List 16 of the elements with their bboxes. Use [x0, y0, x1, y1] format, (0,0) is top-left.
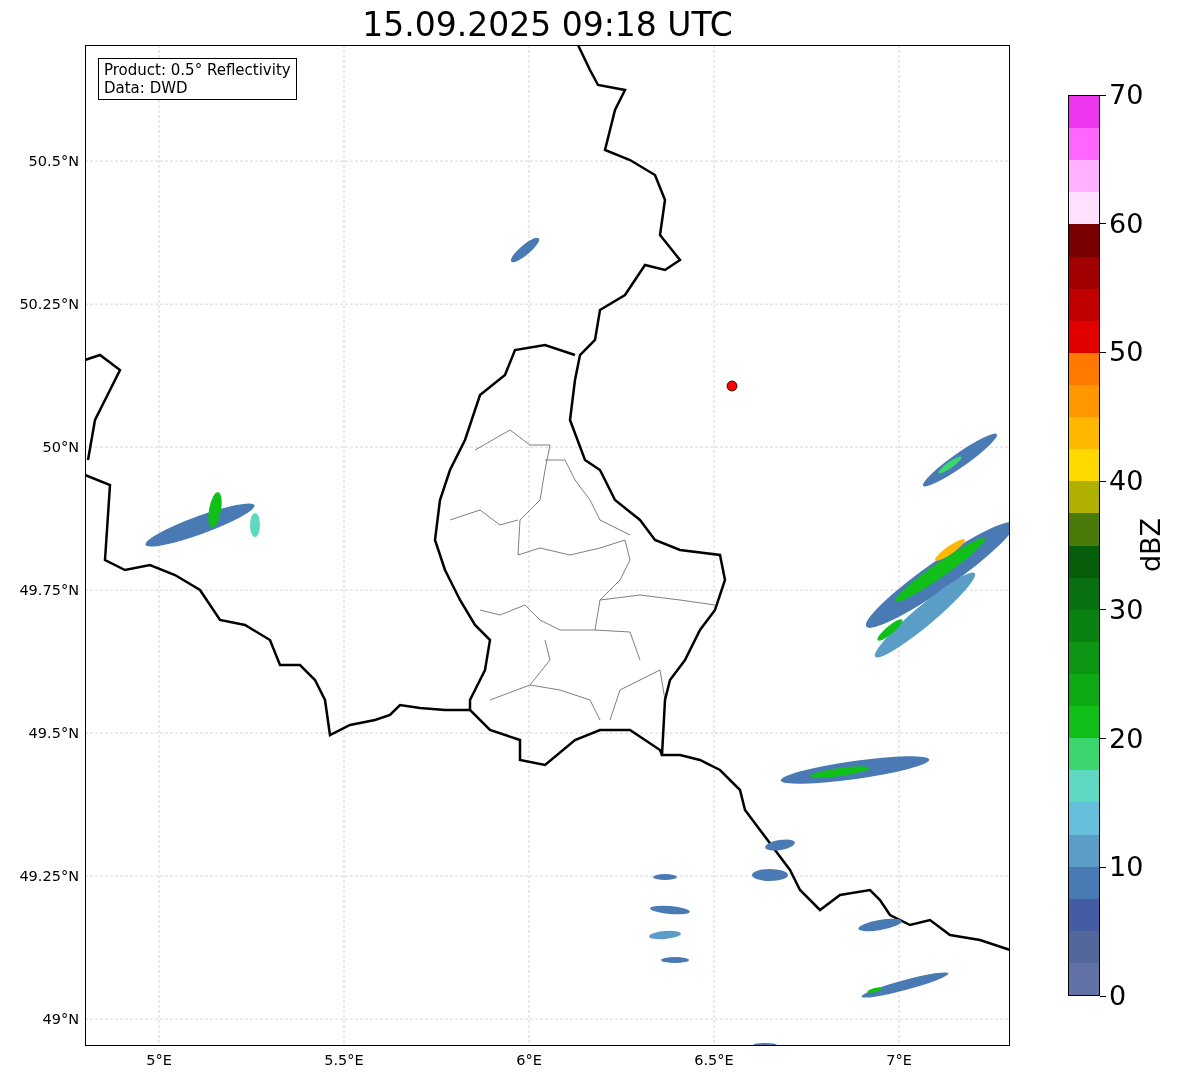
- plot-title: 15.09.2025 09:18 UTC: [362, 5, 733, 45]
- y-tick-label: 49.75°N: [19, 582, 79, 599]
- x-tick-label: 5.5°E: [324, 1052, 364, 1068]
- y-tick-label: 50.5°N: [28, 153, 79, 170]
- y-tick-label: 49°N: [42, 1011, 79, 1028]
- x-tick-label: 5°E: [146, 1052, 172, 1068]
- colorbar-label: dBZ: [1134, 517, 1166, 573]
- info-text: Data: DWD: [104, 79, 189, 97]
- y-tick-label: 49.5°N: [28, 725, 79, 742]
- y-tick-label: 50.25°N: [19, 296, 79, 313]
- x-tick-label: 6.5°E: [694, 1052, 734, 1068]
- y-tick-label: 49.25°N: [19, 868, 79, 885]
- y-tick-label: 50°N: [42, 439, 79, 456]
- info-text: Product: 0.5° Reflectivity: [104, 61, 291, 79]
- x-tick-label: 7°E: [886, 1052, 912, 1068]
- x-tick-label: 6°E: [516, 1052, 542, 1068]
